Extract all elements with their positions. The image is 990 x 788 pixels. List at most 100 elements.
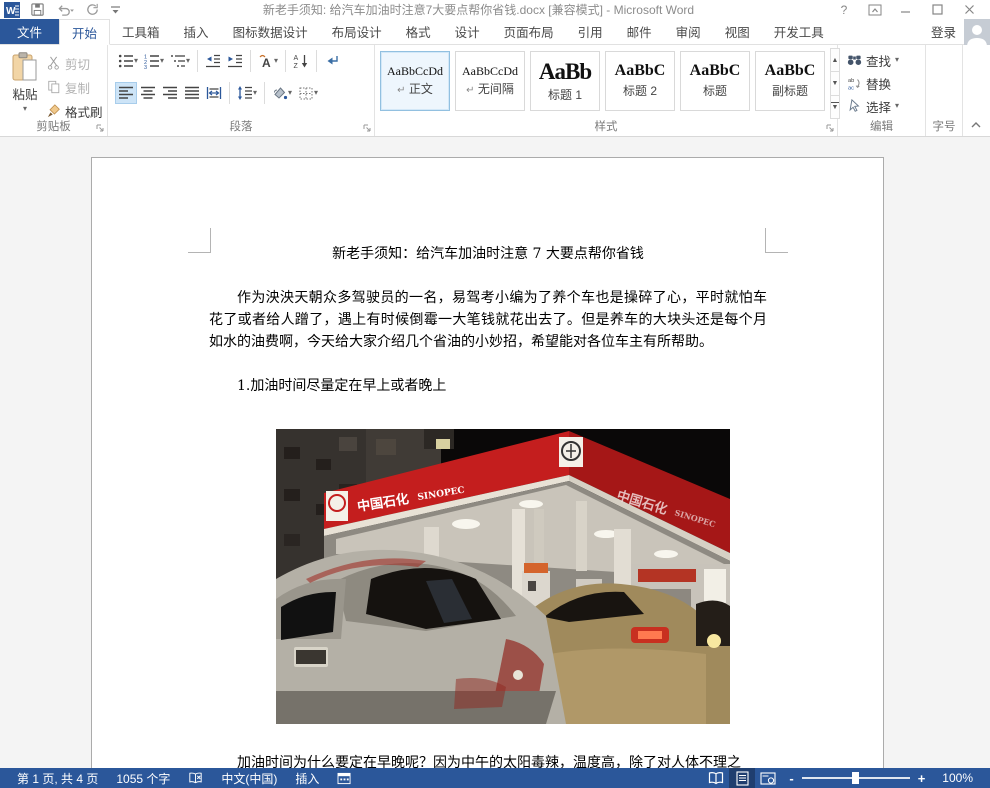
style-name: 标题 2 [623,82,657,99]
close-icon[interactable] [964,4,980,15]
copy-button[interactable]: 复制 [47,78,103,96]
paste-button[interactable]: 粘贴 ▾ [3,48,47,119]
multilevel-list-button[interactable]: ▾ [167,50,193,72]
tab-file[interactable]: 文件 [0,19,59,44]
redo-button[interactable] [85,2,100,17]
separator [197,50,198,72]
distribute-button[interactable] [203,82,225,104]
show-hide-marks-button[interactable] [321,50,343,72]
document-canvas[interactable]: 新老手须知：给汽车加油时注意 7 大要点帮你省钱 作为泱泱天朝众多驾驶员的一名，… [0,137,990,768]
copy-icon [47,80,61,94]
maximize-icon[interactable] [932,4,948,15]
paste-dropdown-arrow[interactable]: ▾ [23,105,27,113]
align-right-button[interactable] [159,82,181,104]
help-icon[interactable]: ? [836,3,852,17]
paste-icon [11,52,39,82]
asian-layout-button[interactable]: A▾ [255,50,281,72]
borders-button[interactable]: ▾ [295,82,321,104]
tab-references[interactable]: 引用 [566,19,615,44]
select-button[interactable]: 选择 ▾ [841,97,922,115]
status-bar: 第 1 页, 共 4 页 1055 个字 中文(中国) 插入 - + 100% [0,768,990,788]
style-normal[interactable]: AaBbCcDd ↵ 正文 [380,51,450,111]
clipboard-dialog-launcher-icon[interactable] [95,123,105,133]
tab-insert[interactable]: 插入 [172,19,221,44]
language-indicator[interactable]: 中文(中国) [212,768,286,788]
align-center-button[interactable] [137,82,159,104]
style-heading1[interactable]: AaBb 标题 1 [530,51,600,111]
sign-in-link[interactable]: 登录 [923,19,964,44]
tab-format[interactable]: 格式 [394,19,443,44]
font-size-group-label: 字号 [926,118,962,134]
customize-qat-button[interactable] [110,3,121,16]
web-layout-button[interactable] [755,768,781,788]
document-paragraph-2[interactable]: 加油时间为什么要定在早晚呢？因为中午的太阳毒辣，温度高，除了对人体不理之外， [209,752,767,768]
tab-layout-design[interactable]: 布局设计 [320,19,394,44]
style-name: 标题 [703,82,727,99]
svg-text:W: W [6,6,16,17]
insert-mode-indicator[interactable]: 插入 [286,768,328,788]
shading-button[interactable]: ▾ [269,82,295,104]
style-preview: AaBbCcDd [387,65,443,77]
find-button[interactable]: 查找 ▾ [841,51,922,69]
user-avatar[interactable] [964,19,990,45]
style-subtitle[interactable]: AaBbC 副标题 [755,51,825,111]
cut-icon [47,56,61,70]
bullets-button[interactable]: ▾ [115,50,141,72]
justify-button[interactable] [181,82,203,104]
print-layout-button[interactable] [729,768,755,788]
tab-design[interactable]: 设计 [443,19,492,44]
paste-label: 粘贴 [12,84,37,103]
style-name: ↵ 正文 [397,80,433,97]
tab-page-layout[interactable]: 页面布局 [492,19,566,44]
document-heading-1[interactable]: 1.加油时间尽量定在早上或者晚上 [209,375,767,397]
tab-icon-data-design[interactable]: 图标数据设计 [221,19,320,44]
minimize-icon[interactable] [900,4,916,15]
tab-developer[interactable]: 开发工具 [762,19,836,44]
save-button[interactable] [30,2,45,17]
page-indicator[interactable]: 第 1 页, 共 4 页 [8,768,107,788]
tab-mailings[interactable]: 邮件 [615,19,664,44]
decrease-indent-button[interactable] [202,50,224,72]
document-page[interactable]: 新老手须知：给汽车加油时注意 7 大要点帮你省钱 作为泱泱天朝众多驾驶员的一名，… [91,157,884,768]
svg-text:Z: Z [294,63,299,69]
undo-button[interactable] [55,2,75,17]
paragraph-row-1: ▾ 123▾ ▾ A▾ AZ [111,48,371,74]
paragraph-group-label: 段落 [108,118,374,134]
tab-toolbox[interactable]: 工具箱 [110,19,172,44]
ribbon-display-options-icon[interactable] [868,4,884,16]
line-spacing-button[interactable]: ▾ [234,82,260,104]
style-heading2[interactable]: AaBbC 标题 2 [605,51,675,111]
increase-indent-button[interactable] [224,50,246,72]
document-title[interactable]: 新老手须知：给汽车加油时注意 7 大要点帮你省钱 [209,243,767,265]
tab-review[interactable]: 审阅 [664,19,713,44]
numbering-button[interactable]: 123▾ [141,50,167,72]
replace-button[interactable]: abac 替换 [841,74,922,92]
tab-row-spacer [836,19,923,44]
paragraph-dialog-launcher-icon[interactable] [362,123,372,133]
word-count[interactable]: 1055 个字 [107,768,179,788]
binoculars-icon [847,53,862,67]
cut-label: 剪切 [65,54,90,73]
collapse-ribbon-icon[interactable] [970,120,982,130]
cut-button[interactable]: 剪切 [47,54,103,72]
gas-station-image[interactable]: 中国石化 SINOPEC 中国石化 SINOPEC [276,429,730,724]
tab-home[interactable]: 开始 [59,19,110,45]
read-mode-button[interactable] [703,768,729,788]
zoom-slider[interactable] [802,777,910,779]
style-no-spacing[interactable]: AaBbCcDd ↵ 无间隔 [455,51,525,111]
zoom-slider-thumb[interactable] [852,772,859,784]
zoom-out-button[interactable]: - [789,771,793,786]
document-paragraph-1[interactable]: 作为泱泱天朝众多驾驶员的一名，易驾考小编为了养个车也是操碎了心，平时就怕车花了或… [209,287,767,353]
proofing-status-icon[interactable] [179,768,212,788]
styles-dialog-launcher-icon[interactable] [825,123,835,133]
sort-button[interactable]: AZ [290,50,312,72]
macro-record-icon[interactable] [328,768,361,788]
zoom-level[interactable]: 100% [933,768,982,788]
tab-view[interactable]: 视图 [713,19,762,44]
style-title[interactable]: AaBbC 标题 [680,51,750,111]
styles-group: AaBbCcDd ↵ 正文 AaBbCcDd ↵ 无间隔 AaBb 标题 1 A… [375,45,838,136]
zoom-in-button[interactable]: + [918,771,926,786]
ribbon-tab-row: 文件 开始 工具箱 插入 图标数据设计 布局设计 格式 设计 页面布局 引用 邮… [0,19,990,45]
style-preview: AaBbCcDd [462,65,518,77]
align-left-button[interactable] [115,82,137,104]
